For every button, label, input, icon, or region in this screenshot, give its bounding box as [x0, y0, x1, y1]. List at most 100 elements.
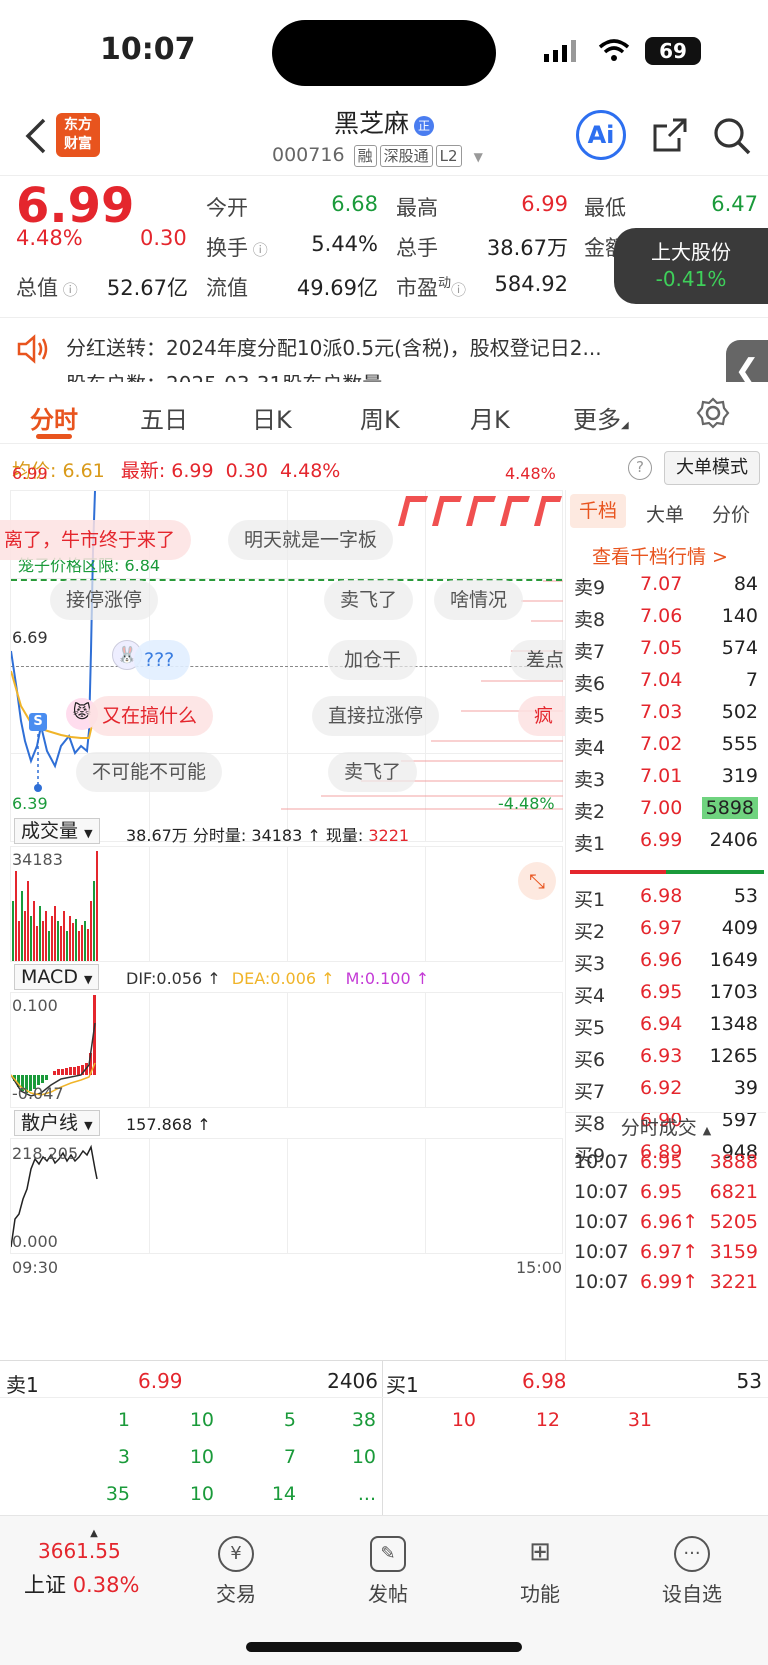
volume-bar — [96, 851, 98, 961]
tab-monthly-k[interactable]: 月K — [470, 400, 510, 435]
ask-row[interactable]: 卖1 6.99 2406 — [570, 826, 766, 856]
comment-bubble[interactable]: 不可能不可能 — [76, 752, 223, 792]
comment-bubble[interactable]: 卖飞了 — [324, 580, 414, 620]
ask-row[interactable]: 卖5 7.03 502 — [570, 698, 766, 728]
search-icon[interactable] — [712, 116, 752, 156]
chart-area[interactable]: S 6.99 6.69 6.39 4.48% -4.48% 笼子价格区限: 6.… — [0, 444, 565, 1359]
book-tab-price[interactable]: 分价 — [712, 500, 750, 527]
comment-bubble[interactable]: 又在搞什么 — [88, 696, 214, 736]
macd-indicator-select[interactable]: MACD ▼ — [14, 964, 100, 990]
comment-bubble[interactable]: 加仓干 — [328, 640, 418, 680]
retail-indicator-select[interactable]: 散户线 ▼ — [14, 1110, 100, 1136]
stock-title[interactable]: 黑芝麻 正 — [270, 104, 498, 140]
ask-row[interactable]: 卖9 7.07 84 — [570, 570, 766, 600]
ai-button[interactable]: Ai — [576, 110, 626, 160]
ask-volume: 84 — [733, 573, 758, 595]
add-watchlist-button[interactable]: ··· 设自选 — [642, 1536, 742, 1607]
comment-bubble[interactable]: 疯 — [518, 696, 565, 736]
tab-daily-k[interactable]: 日K — [252, 400, 292, 435]
stock-code-row[interactable]: 000716 融深股通 L2 ▼ — [272, 144, 483, 167]
ask-volume: 140 — [721, 605, 758, 627]
bid-volume: 1348 — [709, 1013, 758, 1035]
index-pct: 0.38% — [72, 1573, 140, 1597]
back-icon[interactable] — [24, 118, 48, 154]
comment-bubble[interactable]: 接停涨停 — [50, 580, 159, 620]
logo-text-1: 东方 — [64, 117, 92, 133]
volume-bar — [15, 871, 17, 961]
trades-header[interactable]: 分时成交 ▲ — [566, 1112, 766, 1144]
view-depth-link[interactable]: 查看千档行情 > — [592, 542, 728, 569]
info-icon[interactable]: ⓘ — [248, 241, 268, 259]
comment-bubble[interactable]: 卖飞了 — [328, 752, 418, 792]
comment-bubble[interactable]: 明天就是一字板 — [228, 520, 394, 560]
book-tab-large[interactable]: 大单 — [646, 500, 684, 527]
sell-queue-cell: 5 — [283, 1409, 296, 1431]
volume-select-label: 成交量 — [21, 820, 79, 842]
bid-row[interactable]: 买1 6.98 53 — [570, 882, 766, 912]
volume-indicator-select[interactable]: 成交量 ▼ — [14, 818, 100, 844]
retail-value: 157.868 ↑ — [126, 1115, 211, 1134]
sell-queue-cell: 35 — [105, 1483, 130, 1505]
sell1-volume: 2406 — [327, 1369, 378, 1393]
sell-marker[interactable]: S — [29, 713, 47, 731]
buy-queue-cell: 12 — [535, 1409, 560, 1431]
help-icon[interactable]: ? — [628, 456, 652, 480]
side-collapse-tab[interactable]: ❮ — [726, 340, 768, 382]
ask-price: 7.06 — [640, 605, 683, 627]
bid-row[interactable]: 买3 6.96 1649 — [570, 946, 766, 976]
index-name: 上证 — [24, 1573, 66, 1597]
notice-bar[interactable]: 分红送转：2024年度分配10派0.5元(含税)，股权登记日2... 股东户数：… — [0, 318, 768, 382]
index-value: 3661.55 — [38, 1539, 121, 1563]
ask-price: 7.01 — [640, 765, 683, 787]
functions-label: 功能 — [520, 1582, 560, 1606]
index-ticker[interactable]: ▲ 3661.55 上证 0.38% — [24, 1528, 164, 1599]
tab-weekly-k[interactable]: 周K — [360, 400, 400, 435]
pe-label: 市盈动ⓘ — [396, 272, 466, 302]
ask-row[interactable]: 卖8 7.06 140 — [570, 602, 766, 632]
ask-row[interactable]: 卖4 7.02 555 — [570, 730, 766, 760]
more-dots-icon: ··· — [674, 1536, 710, 1572]
comment-bubble[interactable]: ??? — [134, 640, 191, 680]
ask-row[interactable]: 卖6 7.04 7 — [570, 666, 766, 696]
level1-book: 卖1 6.99 2406 买1 6.98 53 1 10 5 38 3 10 7 10 35 10… — [0, 1360, 768, 1516]
functions-button[interactable]: ⊞ 功能 — [490, 1536, 590, 1607]
speaker-icon — [16, 334, 50, 364]
bid-row[interactable]: 买2 6.97 409 — [570, 914, 766, 944]
notice-text: 分红送转：2024年度分配10派0.5元(含税)，股权登记日2... — [66, 336, 602, 360]
comment-bubble[interactable]: 离了，牛市终于来了 — [0, 520, 192, 560]
comment-bubble[interactable]: 啥情况 — [434, 580, 524, 620]
big-order-mode-button[interactable]: 大单模式 — [664, 451, 760, 485]
home-indicator — [246, 1642, 522, 1652]
bid-row[interactable]: 买4 6.95 1703 — [570, 978, 766, 1008]
info-icon[interactable]: ⓘ — [451, 281, 466, 299]
share-icon[interactable] — [651, 116, 689, 154]
book-tab-depth[interactable]: 千档 — [570, 494, 626, 528]
bid-row[interactable]: 买5 6.94 1348 — [570, 1010, 766, 1040]
bid-row[interactable]: 买7 6.92 39 — [570, 1074, 766, 1104]
tab-five-day[interactable]: 五日 — [140, 400, 188, 435]
volume-bar — [75, 919, 77, 961]
bid-price: 6.95 — [640, 981, 683, 1003]
related-stock-card[interactable]: 上大股份 -0.41% — [614, 228, 768, 304]
comment-bubble[interactable]: 直接拉涨停 — [312, 696, 440, 736]
trade-button[interactable]: ¥ 交易 — [186, 1536, 286, 1607]
comment-bubble[interactable]: 差点 — [510, 640, 565, 680]
ask-row[interactable]: 卖3 7.01 319 — [570, 762, 766, 792]
post-button[interactable]: ✎ 发帖 — [338, 1536, 438, 1607]
ask-row[interactable]: 卖2 7.00 5898 — [570, 794, 766, 824]
change-value: 0.30 — [140, 226, 187, 250]
ask-level: 卖6 — [574, 673, 606, 695]
volume-bar — [78, 931, 80, 961]
bid-row[interactable]: 买6 6.93 1265 — [570, 1042, 766, 1072]
expand-icon[interactable]: ⤡ — [518, 862, 556, 900]
ask-row[interactable]: 卖7 7.05 574 — [570, 634, 766, 664]
volume-bar — [69, 916, 71, 961]
settings-gear-icon[interactable] — [696, 396, 730, 430]
divider — [382, 1361, 383, 1516]
tab-intraday[interactable]: 分时 — [30, 400, 78, 435]
info-icon[interactable]: ⓘ — [58, 281, 78, 299]
grid-line — [287, 847, 288, 961]
tab-more[interactable]: 更多◢ — [573, 400, 629, 435]
volume-bar — [54, 906, 56, 961]
ask-volume: 2406 — [709, 829, 758, 851]
